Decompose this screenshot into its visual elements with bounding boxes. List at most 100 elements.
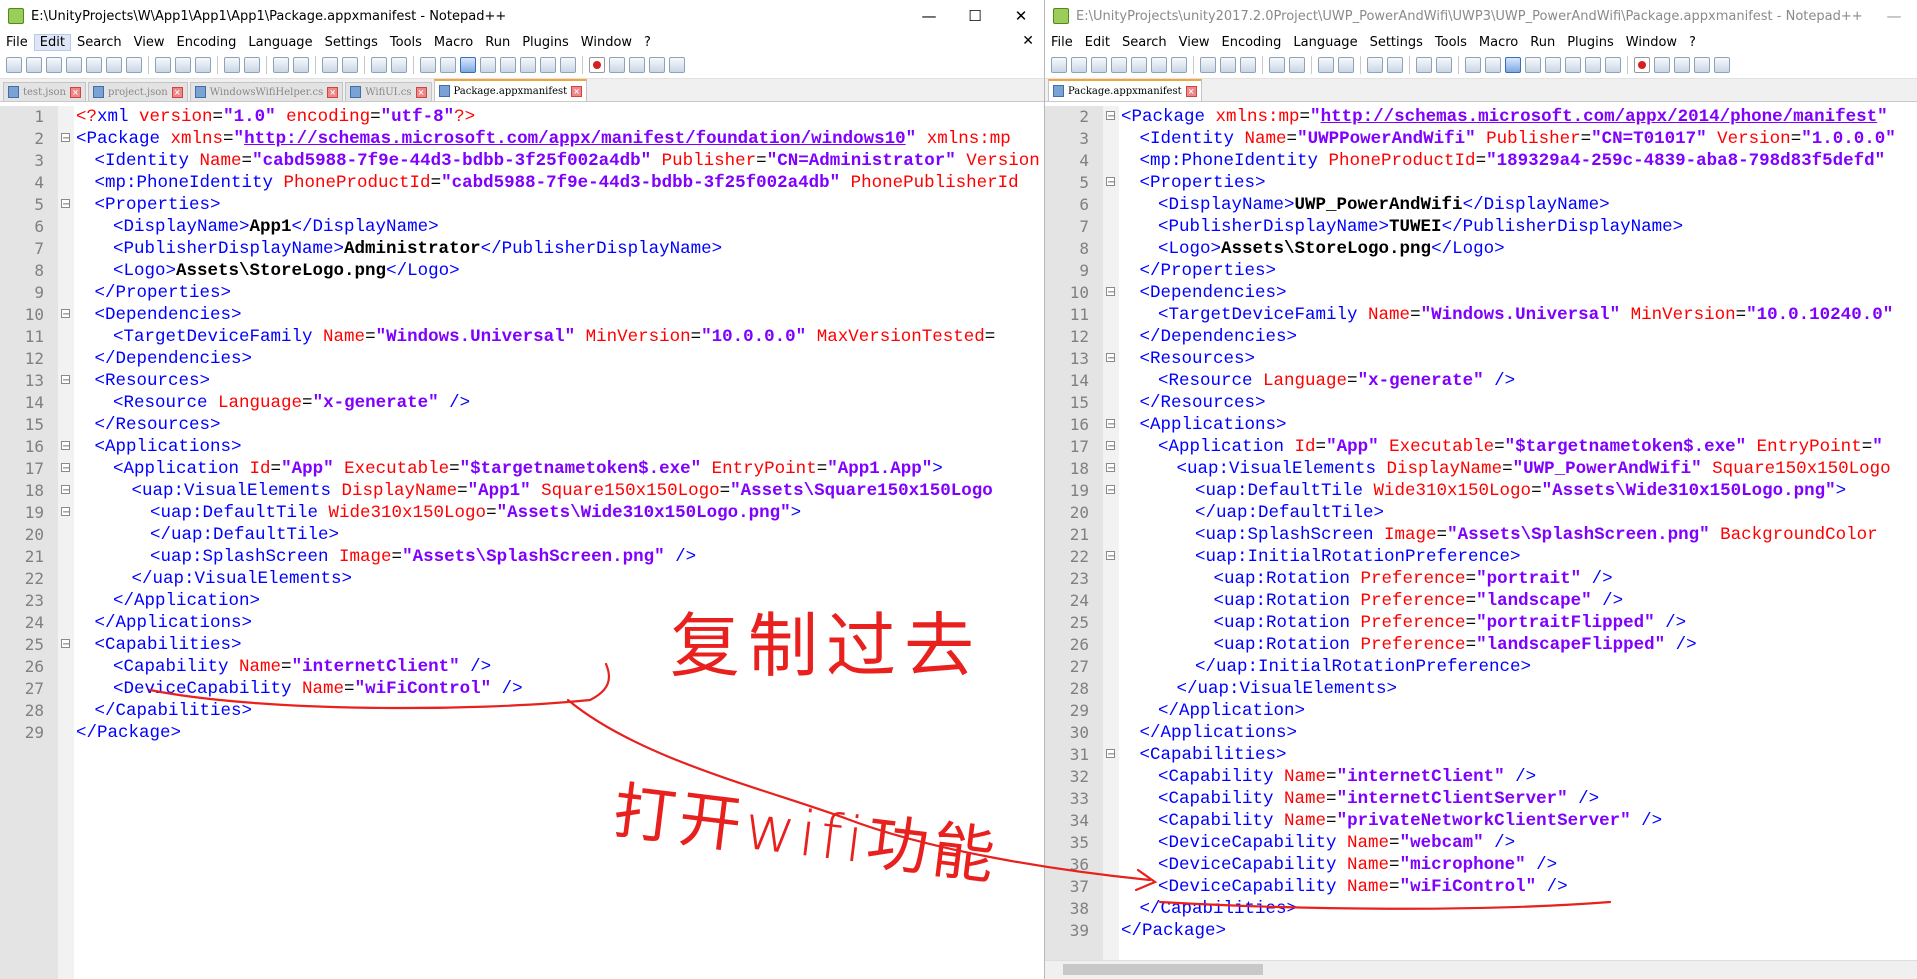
save-macro-icon[interactable]: [1714, 57, 1730, 73]
document-tab[interactable]: WifiUI.cs ×: [345, 82, 432, 101]
code-line[interactable]: 16 − <Applications>: [1045, 414, 1917, 436]
code-line[interactable]: 12 </Dependencies>: [0, 348, 1044, 370]
menu-settings[interactable]: Settings: [1364, 34, 1429, 51]
code-line[interactable]: 3 <Identity Name="cabd5988-7f9e-44d3-bdbb…: [0, 150, 1044, 172]
print-icon[interactable]: [1171, 57, 1187, 73]
sync-v-icon[interactable]: [371, 57, 387, 73]
run-multiple-icon[interactable]: [1694, 57, 1710, 73]
code-line[interactable]: 14 <Resource Language="x-generate" />: [0, 392, 1044, 414]
func-list-icon[interactable]: [520, 57, 536, 73]
menu-help[interactable]: ?: [638, 34, 657, 51]
folder-workspace-icon[interactable]: [1585, 57, 1601, 73]
find-icon[interactable]: [273, 57, 289, 73]
menu-plugins[interactable]: Plugins: [1561, 34, 1620, 51]
close-icon[interactable]: [1131, 57, 1147, 73]
code-line[interactable]: 19− <uap:DefaultTile Wide310x150Logo="Ass…: [0, 502, 1044, 524]
code-line[interactable]: 15 </Resources>: [0, 414, 1044, 436]
doc-map-icon[interactable]: [500, 57, 516, 73]
fold-toggle-icon[interactable]: −: [61, 133, 70, 144]
code-line[interactable]: 11 <TargetDeviceFamily Name="Windows.Univ…: [0, 326, 1044, 348]
zoom-out-icon[interactable]: [1387, 57, 1403, 73]
save-icon[interactable]: [46, 57, 62, 73]
fold-toggle-icon[interactable]: −: [61, 639, 70, 650]
zoom-in-icon[interactable]: [1367, 57, 1383, 73]
save-icon[interactable]: [1091, 57, 1107, 73]
menu-search[interactable]: Search: [71, 34, 128, 51]
menu-macro[interactable]: Macro: [428, 34, 479, 51]
code-line[interactable]: 28 </uap:VisualElements>: [1045, 678, 1917, 700]
play-macro-icon[interactable]: [629, 57, 645, 73]
monitor-icon[interactable]: [560, 57, 576, 73]
menu-edit[interactable]: Edit: [33, 33, 71, 51]
menu-window[interactable]: Window: [1620, 34, 1683, 51]
code-line[interactable]: 16 − <Applications>: [0, 436, 1044, 458]
code-line[interactable]: 22 </uap:VisualElements>: [0, 568, 1044, 590]
code-line[interactable]: 21 <uap:SplashScreen Image="Assets\Splash…: [0, 546, 1044, 568]
func-list-icon[interactable]: [1565, 57, 1581, 73]
code-line[interactable]: 9 </Properties>: [0, 282, 1044, 304]
menu-file[interactable]: File: [1045, 34, 1079, 51]
fold-toggle-icon[interactable]: −: [1106, 177, 1115, 188]
close-all-icon[interactable]: [1151, 57, 1167, 73]
find-icon[interactable]: [1318, 57, 1334, 73]
close-icon[interactable]: ✕: [998, 7, 1044, 25]
code-line[interactable]: 24 <uap:Rotation Preference="landscape" /…: [1045, 590, 1917, 612]
new-file-icon[interactable]: [6, 57, 22, 73]
code-line[interactable]: 3 <Identity Name="UWPPowerAndWifi" Publis…: [1045, 128, 1917, 150]
code-line[interactable]: 27 </uap:InitialRotationPreference>: [1045, 656, 1917, 678]
fold-toggle-icon[interactable]: −: [61, 507, 70, 518]
document-tab[interactable]: WindowsWifiHelper.cs ×: [189, 82, 344, 101]
sync-h-icon[interactable]: [391, 57, 407, 73]
code-line[interactable]: 21 <uap:SplashScreen Image="Assets\Splash…: [1045, 524, 1917, 546]
code-line[interactable]: 8 <Logo>Assets\StoreLogo.png</Logo>: [1045, 238, 1917, 260]
fold-toggle-icon[interactable]: −: [61, 441, 70, 452]
menu-encoding[interactable]: Encoding: [170, 34, 242, 51]
document-tab[interactable]: Package.appxmanifest ×: [1048, 79, 1202, 101]
horizontal-scrollbar[interactable]: [1045, 960, 1917, 979]
code-line[interactable]: 5 − <Properties>: [1045, 172, 1917, 194]
open-file-icon[interactable]: [1071, 57, 1087, 73]
stop-record-icon[interactable]: [1654, 57, 1670, 73]
indent-guide-icon[interactable]: [1505, 57, 1521, 73]
scrollbar-thumb[interactable]: [1063, 964, 1263, 975]
code-line[interactable]: 10 − <Dependencies>: [0, 304, 1044, 326]
fold-toggle-icon[interactable]: −: [1106, 463, 1115, 474]
zoom-in-icon[interactable]: [322, 57, 338, 73]
code-line[interactable]: 29 </Package>: [0, 722, 1044, 744]
close-all-icon[interactable]: [106, 57, 122, 73]
code-line[interactable]: 8 <Logo>Assets\StoreLogo.png</Logo>: [0, 260, 1044, 282]
sync-h-icon[interactable]: [1436, 57, 1452, 73]
menu-view[interactable]: View: [1173, 34, 1216, 51]
user-lang-icon[interactable]: [480, 57, 496, 73]
word-wrap-icon[interactable]: [1465, 57, 1481, 73]
all-chars-icon[interactable]: [440, 57, 456, 73]
document-tab[interactable]: test.json ×: [3, 82, 86, 101]
all-chars-icon[interactable]: [1485, 57, 1501, 73]
code-line[interactable]: 1 <?xml version="1.0" encoding="utf-8"?>: [0, 106, 1044, 128]
paste-icon[interactable]: [1240, 57, 1256, 73]
code-line[interactable]: 13 − <Resources>: [1045, 348, 1917, 370]
menu-help[interactable]: ?: [1683, 34, 1702, 51]
code-line[interactable]: 35 <DeviceCapability Name="webcam" />: [1045, 832, 1917, 854]
indent-guide-icon[interactable]: [460, 57, 476, 73]
fold-toggle-icon[interactable]: −: [61, 199, 70, 210]
undo-icon[interactable]: [224, 57, 240, 73]
save-all-icon[interactable]: [1111, 57, 1127, 73]
menu-language[interactable]: Language: [1287, 34, 1363, 51]
code-line[interactable]: 30 </Applications>: [1045, 722, 1917, 744]
tab-close-icon[interactable]: ×: [571, 85, 583, 97]
menu-file[interactable]: File: [0, 34, 34, 51]
save-all-icon[interactable]: [66, 57, 82, 73]
code-line[interactable]: 4 <mp:PhoneIdentity PhoneProductId="cabd5…: [0, 172, 1044, 194]
syntax-token[interactable]: http://schemas.microsoft.com/appx/2014/p…: [1321, 107, 1878, 127]
fold-toggle-icon[interactable]: −: [61, 309, 70, 320]
code-line[interactable]: 10 − <Dependencies>: [1045, 282, 1917, 304]
code-line[interactable]: 32 <Capability Name="internetClient" />: [1045, 766, 1917, 788]
copy-icon[interactable]: [175, 57, 191, 73]
fold-toggle-icon[interactable]: −: [1106, 485, 1115, 496]
run-multiple-icon[interactable]: [649, 57, 665, 73]
close-icon[interactable]: [86, 57, 102, 73]
menu-plugins[interactable]: Plugins: [516, 34, 575, 51]
syntax-token[interactable]: http://schemas.microsoft.com/appx/manife…: [244, 129, 906, 149]
minimize-icon[interactable]: —: [1871, 7, 1917, 25]
